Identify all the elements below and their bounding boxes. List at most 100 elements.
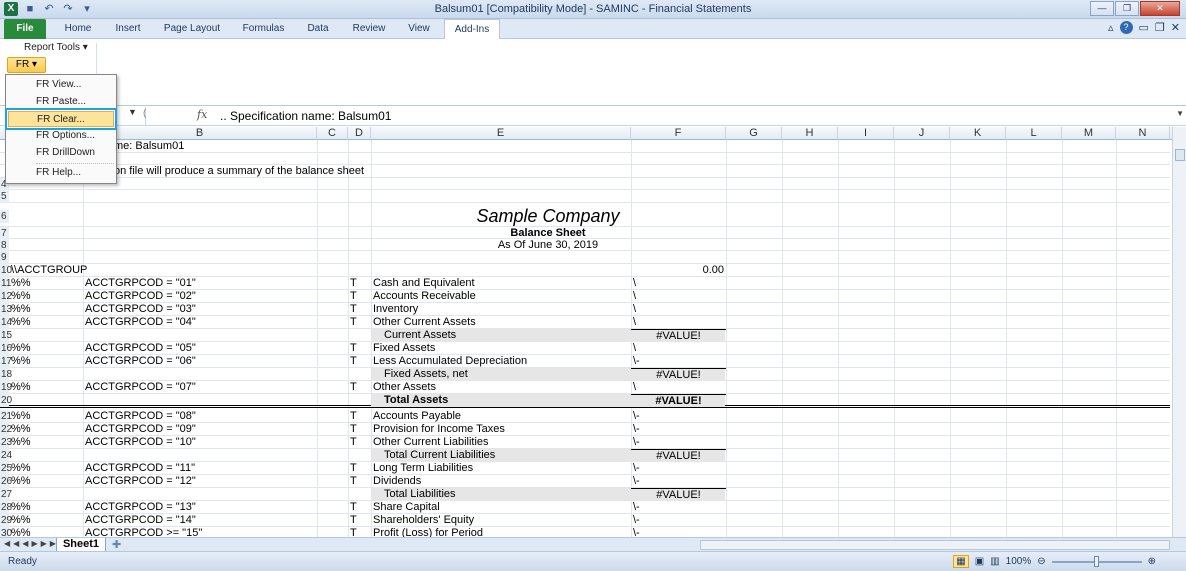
- column-header-i[interactable]: I: [838, 127, 894, 140]
- row-number[interactable]: 23: [0, 436, 12, 449]
- zoom-level[interactable]: 100%: [1006, 556, 1032, 567]
- menu-item-fr-clear[interactable]: FR Clear...: [5, 108, 117, 130]
- cell-f[interactable]: \-: [633, 462, 640, 475]
- cell-f[interactable]: \-: [633, 436, 640, 449]
- row-number[interactable]: 26: [0, 475, 12, 488]
- cell-b[interactable]: ACCTGRPCOD = "06": [85, 355, 196, 368]
- cell-b1[interactable]: me: Balsum01: [114, 140, 184, 153]
- cell-d[interactable]: T: [350, 316, 357, 329]
- zoom-in-icon[interactable]: ⊕: [1148, 556, 1156, 567]
- cancel-entry-icon[interactable]: (: [143, 108, 146, 119]
- cell-f[interactable]: \-: [633, 514, 640, 527]
- cell-a[interactable]: %%: [11, 316, 31, 329]
- cell-d[interactable]: T: [350, 436, 357, 449]
- new-sheet-icon[interactable]: ✚: [112, 538, 121, 551]
- insert-function-icon[interactable]: fx: [197, 108, 207, 121]
- cell-f[interactable]: #VALUE!: [631, 449, 726, 462]
- cell-b[interactable]: ACCTGRPCOD = "08": [85, 410, 196, 423]
- row-number[interactable]: 13: [0, 303, 12, 316]
- cell-f[interactable]: #VALUE!: [631, 329, 726, 342]
- row-number[interactable]: 21: [0, 410, 12, 423]
- cell-b[interactable]: ACCTGRPCOD = "05": [85, 342, 196, 355]
- window-close-icon[interactable]: ✕: [1171, 21, 1180, 34]
- cell-d[interactable]: T: [350, 410, 357, 423]
- tab-file[interactable]: File: [4, 19, 46, 39]
- cell-b[interactable]: ACCTGRPCOD >= "15": [85, 527, 202, 537]
- row-number[interactable]: 27: [0, 488, 12, 501]
- cell-f[interactable]: \: [633, 290, 636, 303]
- cell-f[interactable]: \: [633, 277, 636, 290]
- cell-f[interactable]: \-: [633, 355, 640, 368]
- cell-a[interactable]: %%: [11, 527, 31, 537]
- cell-e[interactable]: Other Current Liabilities: [373, 436, 489, 449]
- normal-view-icon[interactable]: ▦: [953, 555, 969, 568]
- column-header-e[interactable]: E: [371, 127, 631, 140]
- cell-a10[interactable]: \\ACCTGROUP: [11, 264, 87, 277]
- cell-e[interactable]: Other Current Assets: [373, 316, 476, 329]
- cell-d[interactable]: T: [350, 290, 357, 303]
- cell-e[interactable]: Shareholders' Equity: [373, 514, 474, 527]
- cell-d[interactable]: T: [350, 381, 357, 394]
- column-header-m[interactable]: M: [1062, 127, 1116, 140]
- tab-insert[interactable]: Insert: [108, 19, 148, 39]
- cell-d[interactable]: T: [350, 501, 357, 514]
- horizontal-scrollbar[interactable]: [700, 540, 1170, 550]
- cell-b[interactable]: ACCTGRPCOD = "10": [85, 436, 196, 449]
- cell-d[interactable]: T: [350, 277, 357, 290]
- scroll-thumb[interactable]: [1175, 149, 1185, 161]
- cell-d[interactable]: T: [350, 342, 357, 355]
- row-number[interactable]: 20: [0, 394, 12, 407]
- column-header-g[interactable]: G: [726, 127, 782, 140]
- zoom-out-icon[interactable]: ⊖: [1037, 556, 1045, 567]
- row-number[interactable]: 15: [0, 329, 12, 342]
- column-header-l[interactable]: L: [1006, 127, 1062, 140]
- cell-f[interactable]: \-: [633, 475, 640, 488]
- cell-b[interactable]: ACCTGRPCOD = "13": [85, 501, 196, 514]
- cell-a[interactable]: %%: [11, 277, 31, 290]
- cell-d[interactable]: T: [350, 475, 357, 488]
- row-number[interactable]: 12: [0, 290, 12, 303]
- cell-e[interactable]: Total Liabilities: [384, 488, 456, 501]
- cell-b[interactable]: ACCTGRPCOD = "01": [85, 277, 196, 290]
- cell-e[interactable]: Total Current Liabilities: [384, 449, 495, 462]
- cell-e[interactable]: Provision for Income Taxes: [373, 423, 505, 436]
- cell-e[interactable]: Profit (Loss) for Period: [373, 527, 483, 537]
- row-number[interactable]: 18: [0, 368, 12, 381]
- cell-a[interactable]: %%: [11, 381, 31, 394]
- cell-a[interactable]: %%: [11, 303, 31, 316]
- cell-d[interactable]: T: [350, 355, 357, 368]
- cell-e[interactable]: Total Assets: [384, 394, 448, 407]
- row-number[interactable]: 5: [0, 190, 9, 203]
- column-header-f[interactable]: F: [631, 127, 726, 140]
- cell-a[interactable]: %%: [11, 355, 31, 368]
- cell-a[interactable]: %%: [11, 475, 31, 488]
- tab-data[interactable]: Data: [300, 19, 336, 39]
- worksheet-grid[interactable]: me: Balsum01 on file will produce a summ…: [0, 140, 1170, 537]
- cell-e[interactable]: Fixed Assets: [373, 342, 435, 355]
- cell-d[interactable]: T: [350, 423, 357, 436]
- cell-d[interactable]: T: [350, 462, 357, 475]
- cell-e[interactable]: Fixed Assets, net: [384, 368, 468, 381]
- cell-d[interactable]: T: [350, 303, 357, 316]
- restore-button[interactable]: ❐: [1115, 1, 1139, 16]
- page-layout-view-icon[interactable]: ▣: [975, 556, 984, 567]
- cell-d[interactable]: T: [350, 514, 357, 527]
- cell-e[interactable]: Less Accumulated Depreciation: [373, 355, 527, 368]
- cell-a[interactable]: %%: [11, 436, 31, 449]
- cell-f[interactable]: \: [633, 342, 636, 355]
- menu-item-fr-drilldown[interactable]: FR DrillDown: [8, 145, 114, 161]
- column-header-h[interactable]: H: [782, 127, 838, 140]
- menu-item-fr-options[interactable]: FR Options...: [8, 128, 114, 144]
- expand-formula-bar-icon[interactable]: ▼: [1176, 109, 1184, 118]
- fr-menu-button[interactable]: FR ▾: [7, 57, 46, 73]
- cell-b[interactable]: ACCTGRPCOD = "07": [85, 381, 196, 394]
- cell-a[interactable]: %%: [11, 423, 31, 436]
- cell-a[interactable]: %%: [11, 410, 31, 423]
- minimize-ribbon-icon[interactable]: ▵: [1108, 21, 1114, 34]
- cell-a[interactable]: %%: [11, 501, 31, 514]
- row-number[interactable]: 14: [0, 316, 12, 329]
- zoom-slider-thumb[interactable]: [1093, 555, 1099, 567]
- cell-a[interactable]: %%: [11, 290, 31, 303]
- tab-view[interactable]: View: [400, 19, 438, 39]
- row-number[interactable]: 6: [0, 210, 9, 223]
